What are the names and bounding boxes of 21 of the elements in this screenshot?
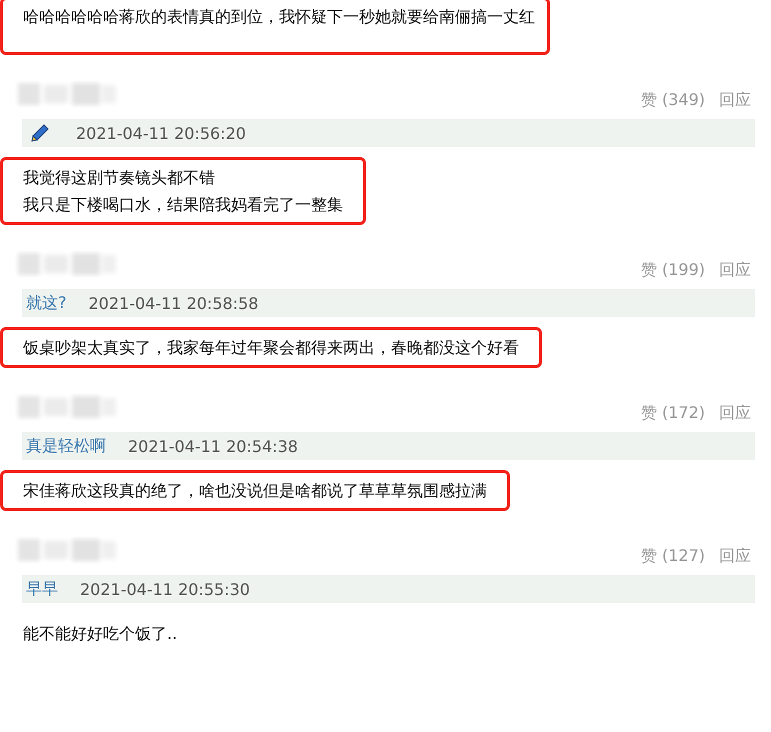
comment-text: 我觉得这剧节奏镜头都不错 我只是下楼喝口水，结果陪我妈看完了一整集 (0, 157, 366, 225)
like-count-link[interactable]: 赞 (199) (640, 260, 705, 281)
comment-text: 宋佳蒋欣这段真的绝了，啥也没说但是啥都说了草草草氛围感拉满 (0, 470, 510, 511)
reply-link[interactable]: 回应 (719, 260, 751, 281)
reply-link[interactable]: 回应 (719, 403, 751, 424)
username-link[interactable]: 真是轻松啊 (26, 436, 106, 456)
like-count-link[interactable]: 赞 (172) (640, 403, 705, 424)
reply-link[interactable]: 回应 (719, 546, 751, 567)
comment-text: 哈哈哈哈哈哈蒋欣的表情真的到位，我怀疑下一秒她就要给南俪搞一丈红 (0, 0, 550, 55)
comment-time: 2021-04-11 20:54:38 (128, 436, 298, 456)
comment-time: 2021-04-11 20:55:30 (80, 580, 250, 598)
pen-icon (30, 123, 50, 143)
comment-time: 2021-04-11 20:58:58 (88, 294, 258, 312)
comment-time: 2021-04-11 20:56:20 (76, 124, 246, 142)
like-count-link[interactable]: 赞 (127) (640, 546, 705, 567)
like-count-link[interactable]: 赞 (349) (640, 90, 705, 111)
reply-link[interactable]: 回应 (719, 90, 751, 111)
username-link[interactable]: 就这? (26, 292, 66, 314)
username-link[interactable]: 早早 (26, 578, 58, 600)
comment-text: 饭桌吵架太真实了，我家每年过年聚会都得来两出，春晚都没这个好看 (0, 327, 542, 368)
comment-text: 能不能好好吃个饭了.. (22, 623, 178, 645)
